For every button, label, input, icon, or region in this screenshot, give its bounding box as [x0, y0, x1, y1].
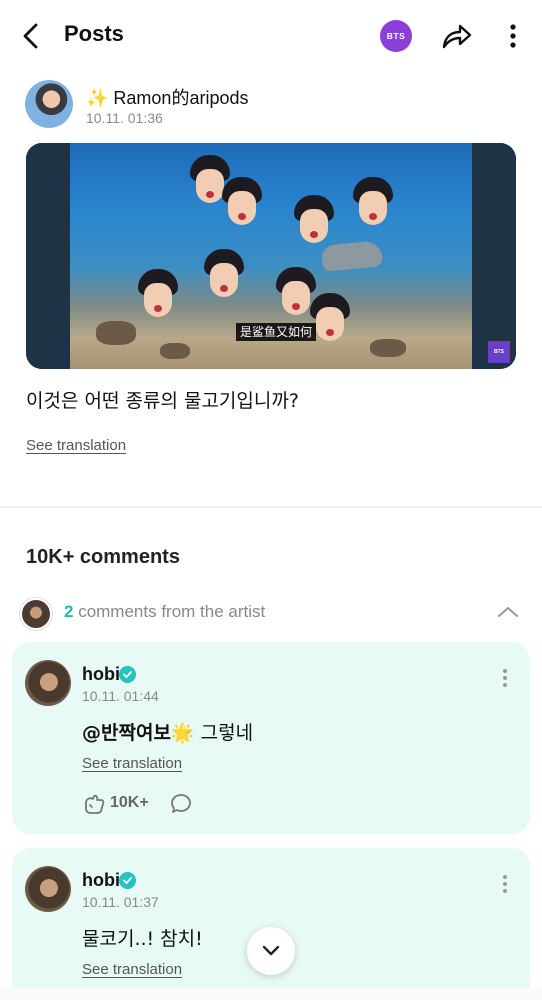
rock	[160, 343, 190, 359]
app-header: Posts BTS	[0, 0, 542, 72]
face-sticker	[138, 269, 178, 319]
see-translation-link[interactable]: See translation	[82, 755, 182, 772]
comment-body: 그렇네	[194, 722, 254, 744]
comment-timestamp: 10.11. 01:44	[82, 688, 159, 704]
comments-count: 10K+ comments	[26, 546, 180, 568]
artist-comments-text: comments from the artist	[73, 602, 266, 621]
bts-community-badge[interactable]: BTS	[380, 20, 412, 52]
verified-badge-icon	[119, 666, 136, 683]
comment-text: @반짝여보🌟 그렇네	[82, 718, 253, 745]
comment-timestamp: 10.11. 01:37	[82, 894, 159, 910]
face-sticker	[353, 177, 393, 227]
media-letterbox-left	[26, 143, 70, 369]
more-vertical-icon	[503, 875, 507, 893]
commenter-name[interactable]: hobi	[82, 870, 120, 891]
comment-more-button[interactable]	[500, 666, 510, 690]
section-divider	[0, 506, 542, 508]
rock	[370, 339, 406, 357]
mention-link[interactable]: @반짝여보🌟	[82, 722, 195, 744]
rock	[96, 321, 136, 345]
reply-button[interactable]	[170, 793, 192, 815]
post-timestamp: 10.11. 01:36	[86, 110, 163, 126]
artist-comments-toggle[interactable]: 2 comments from the artist	[20, 596, 522, 630]
scroll-down-button[interactable]	[247, 927, 295, 975]
comment-more-button[interactable]	[500, 872, 510, 896]
author-name[interactable]: ✨ Ramon的aripods	[86, 84, 248, 110]
more-vertical-icon	[510, 24, 516, 48]
media-letterbox-right	[472, 143, 516, 369]
face-sticker	[222, 177, 262, 227]
more-options-button[interactable]	[503, 20, 523, 52]
collapse-button[interactable]	[496, 602, 520, 622]
face-sticker	[294, 195, 334, 245]
chevron-left-icon	[23, 23, 38, 49]
more-vertical-icon	[503, 669, 507, 687]
chevron-up-icon	[498, 607, 518, 617]
bts-logo: BTS	[488, 341, 510, 363]
post-text: 이것은 어떤 종류의 물고기입니까?	[26, 390, 299, 412]
page-title: Posts	[64, 21, 124, 46]
back-button[interactable]	[18, 22, 44, 50]
see-translation-link[interactable]: See translation	[82, 961, 182, 978]
chevron-down-icon	[262, 945, 280, 956]
like-count: 10K+	[110, 794, 149, 811]
artist-comment-card: hobi 10.11. 01:44 @반짝여보🌟 그렇네 See transla…	[12, 642, 530, 834]
artist-comments-label: 2 comments from the artist	[64, 602, 265, 622]
commenter-avatar[interactable]	[25, 660, 71, 706]
face-sticker	[204, 249, 244, 299]
commenter-avatar[interactable]	[25, 866, 71, 912]
like-icon	[85, 794, 105, 814]
comment-body: 물코기..! 참치!	[82, 928, 203, 950]
like-button[interactable]	[82, 792, 106, 816]
artist-comment-card: hobi 10.11. 01:37 물코기..! 참치! See transla…	[12, 848, 530, 1000]
share-button[interactable]	[440, 20, 474, 52]
verified-badge-icon	[119, 872, 136, 889]
media-subtitle: 是鲨鱼又如何	[236, 323, 317, 341]
post-media[interactable]: 是鲨鱼又如何 BTS	[26, 143, 516, 369]
share-icon	[442, 24, 472, 49]
see-translation-link[interactable]: See translation	[26, 437, 126, 454]
commenter-name[interactable]: hobi	[82, 664, 120, 685]
bottom-edge	[0, 988, 542, 1000]
artist-avatar	[20, 598, 52, 630]
reply-bubble-icon	[171, 794, 191, 813]
author-avatar[interactable]	[25, 80, 73, 128]
